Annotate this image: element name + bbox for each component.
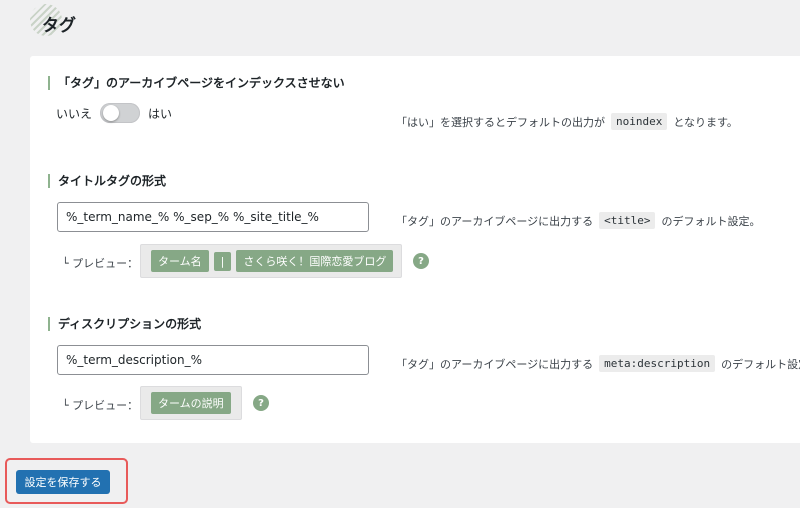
page-title: タグ xyxy=(42,16,76,36)
description-preview-box: タームの説明 xyxy=(140,386,242,420)
description-format-description: 「タグ」のアーカイブページに出力する meta:description のデフォ… xyxy=(396,355,800,372)
title-desc-suffix: のデフォルト設定。 xyxy=(661,214,761,228)
noindex-code: noindex xyxy=(611,113,668,130)
description-desc-suffix: のデフォルト設定。 xyxy=(721,357,800,371)
title-help-icon[interactable]: ? xyxy=(413,253,429,269)
title-format-heading: タイトルタグの形式 xyxy=(48,174,166,188)
description-format-input[interactable] xyxy=(57,345,369,375)
title-format-input[interactable] xyxy=(57,202,369,232)
preview-chip-term-name: ターム名 xyxy=(151,250,209,272)
preview-chip-separator: | xyxy=(213,251,232,271)
noindex-description: 「はい」を選択するとデフォルトの出力が noindex となります。 xyxy=(396,113,738,130)
save-settings-button[interactable]: 設定を保存する xyxy=(16,470,110,494)
toggle-option-off: いいえ xyxy=(56,106,93,121)
title-preview-label: └ プレビュー： xyxy=(62,257,139,270)
noindex-desc-text: 「はい」を選択するとデフォルトの出力が xyxy=(396,115,605,129)
noindex-heading: 「タグ」のアーカイブページをインデックスさせない xyxy=(48,76,345,90)
description-help-icon[interactable]: ? xyxy=(253,395,269,411)
description-desc-text: 「タグ」のアーカイブページに出力する xyxy=(396,357,594,371)
description-code: meta:description xyxy=(599,355,716,372)
settings-card: 「タグ」のアーカイブページをインデックスさせない いいえ はい 「はい」を選択す… xyxy=(30,56,800,443)
title-desc-text: 「タグ」のアーカイブページに出力する xyxy=(396,214,594,228)
description-format-heading: ディスクリプションの形式 xyxy=(48,317,201,331)
noindex-desc-suffix: となります。 xyxy=(673,115,738,129)
preview-chip-term-description: タームの説明 xyxy=(151,392,231,414)
description-preview-label: └ プレビュー： xyxy=(62,399,139,412)
title-code: <title> xyxy=(599,212,656,229)
preview-chip-site-title: さくら咲く！国際恋愛ブログ xyxy=(236,250,394,272)
title-preview-box: ターム名 | さくら咲く！国際恋愛ブログ xyxy=(140,244,402,278)
noindex-toggle-switch[interactable] xyxy=(100,103,141,123)
noindex-toggle-row: いいえ はい xyxy=(56,103,172,123)
toggle-knob xyxy=(103,105,120,121)
toggle-option-on: はい xyxy=(148,106,173,121)
title-format-description: 「タグ」のアーカイブページに出力する <title> のデフォルト設定。 xyxy=(396,212,760,229)
